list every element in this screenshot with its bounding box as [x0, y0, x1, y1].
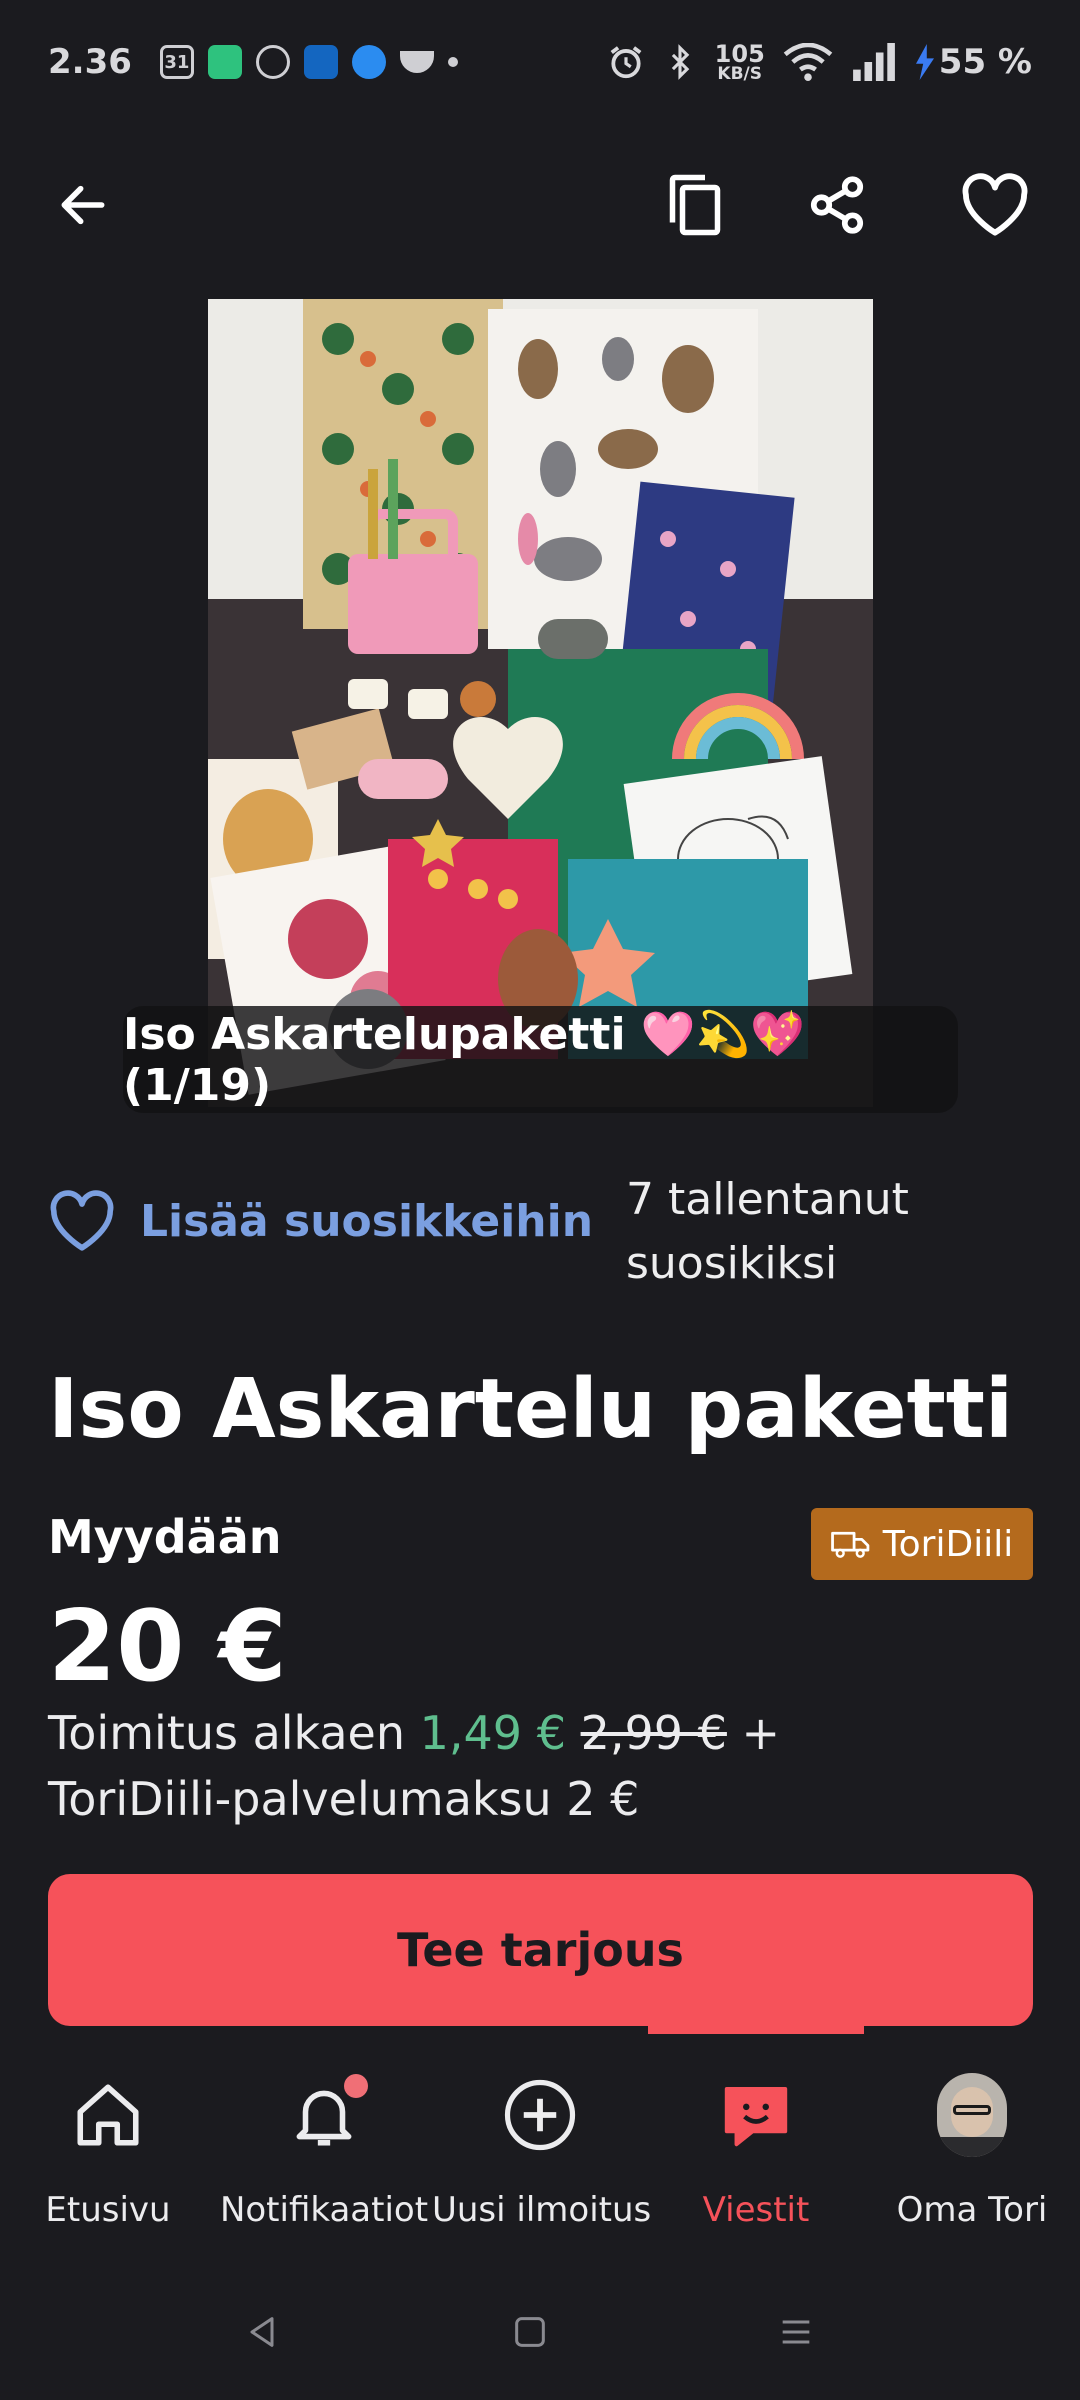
make-offer-label: Tee tarjous [397, 1923, 684, 1977]
net-speed-unit: KB/S [717, 63, 763, 84]
nav-item-etusivu[interactable]: Etusivu [0, 2070, 216, 2240]
bowl-icon [399, 51, 434, 73]
heart-outline-icon [962, 173, 1028, 236]
chat-icon [724, 2087, 788, 2147]
wifi-icon [783, 43, 833, 81]
arrow-left-icon [61, 185, 105, 225]
shipping-old-price: 2,99 € [580, 1706, 727, 1760]
service-fee: ToriDiili-palvelumaksu 2 € [48, 1772, 640, 1826]
system-navigation-bar [0, 2262, 1080, 2400]
truck-icon [830, 1531, 870, 1558]
add-to-favorites-button[interactable]: Lisää suosikkeihin [48, 1190, 593, 1252]
heart-outline-icon [50, 1190, 114, 1251]
listing-title: Iso Askartelu paketti [48, 1362, 1014, 1457]
nav-label: Etusivu [45, 2190, 171, 2230]
plus-circle-icon [504, 2079, 576, 2151]
notification-dot [344, 2074, 368, 2098]
craft-package-photo [208, 299, 873, 1107]
system-menu-button[interactable] [756, 2292, 836, 2372]
badge-label: ToriDiili [882, 1523, 1014, 1565]
avatar [937, 2073, 1007, 2157]
threads-icon [255, 45, 290, 79]
copy-icon [669, 174, 721, 236]
favorite-button[interactable] [940, 150, 1050, 260]
nav-label: Oma Tori [896, 2190, 1048, 2230]
listing-price: 20 € [48, 1590, 287, 1704]
add-to-favorites-label: Lisää suosikkeihin [140, 1195, 594, 1247]
bluetooth-icon [671, 44, 689, 80]
sale-type: Myydään [48, 1510, 282, 1564]
nav-item-notifikaatiot[interactable]: Notifikaatiot [216, 2070, 432, 2240]
image-caption: Iso Askartelupaketti 🩷💫💖 (1/19) [123, 1006, 958, 1113]
battery-percent: 55 % [938, 42, 1032, 82]
net-speed-value: 105 [714, 39, 765, 68]
calendar-day: 31 [164, 51, 190, 73]
shipping-price: 1,49 € [419, 1706, 566, 1760]
network-speed: 105 KB/S [715, 42, 765, 83]
listing-page: 2.36 31 105 KB/S 55 % Iso Askartelupaket… [0, 0, 1080, 2400]
system-home-button[interactable] [490, 2292, 570, 2372]
battery-app-icon [207, 45, 242, 79]
share-icon [810, 176, 864, 234]
copy-button[interactable] [640, 150, 750, 260]
make-offer-button[interactable]: Tee tarjous [48, 1874, 1033, 2026]
nav-label: Notifikaatiot [219, 2190, 429, 2230]
alarm-icon [610, 46, 642, 79]
square-home-icon [515, 2317, 545, 2347]
home-icon [77, 2084, 139, 2146]
triangle-back-icon [250, 2317, 274, 2347]
status-bar: 2.36 31 105 KB/S 55 % [0, 0, 1080, 124]
bottom-navigation: Etusivu Notifikaatiot Uusi ilmoitus Vies… [0, 2040, 1080, 2240]
cloud-app-icon [351, 45, 386, 79]
notification-icons: 31 [159, 45, 458, 79]
listing-photo[interactable] [208, 299, 873, 1107]
toridiili-badge: ToriDiili [811, 1508, 1033, 1580]
shipping-info: Toimitus alkaen 1,49 € 2,99 € + ToriDiil… [48, 1700, 948, 1832]
news-app-icon [303, 45, 338, 79]
system-icons: 105 KB/S 55 % [607, 42, 1032, 83]
favorites-row: Lisää suosikkeihin 7 tallentanut suosiki… [48, 1168, 1038, 1289]
charging-icon [915, 44, 934, 80]
shipping-plus: + [741, 1706, 781, 1760]
more-dot-icon [447, 57, 458, 67]
favorite-count: 7 tallentanut suosikiksi [626, 1174, 909, 1289]
signal-icon [852, 43, 895, 81]
nav-label: Viestit [702, 2190, 810, 2230]
nav-item-uusi-ilmoitus[interactable]: Uusi ilmoitus [432, 2070, 652, 2240]
nav-item-viestit[interactable]: Viestit [648, 2070, 864, 2240]
menu-lines-icon [782, 2320, 810, 2344]
calendar-icon: 31 [159, 45, 194, 79]
top-app-bar [0, 150, 1080, 260]
offer-tab-indicator [648, 2026, 864, 2034]
shipping-prefix: Toimitus alkaen [48, 1706, 406, 1760]
system-back-button[interactable] [222, 2292, 302, 2372]
nav-item-oma-tori[interactable]: Oma Tori [864, 2070, 1080, 2240]
share-button[interactable] [782, 150, 892, 260]
status-time: 2.36 [48, 42, 132, 82]
back-button[interactable] [28, 150, 138, 260]
nav-label: Uusi ilmoitus [432, 2190, 652, 2230]
